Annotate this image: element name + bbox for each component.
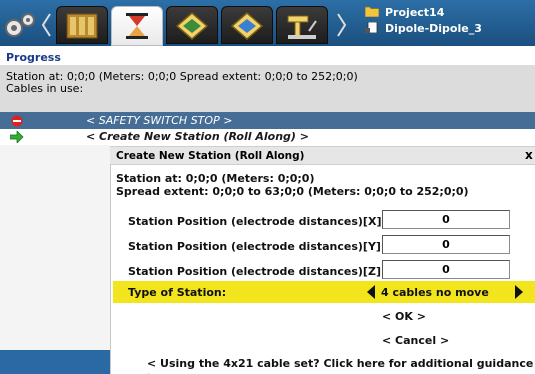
- arrow-right-green-icon: [9, 130, 24, 144]
- station-y-input[interactable]: 0: [382, 235, 510, 254]
- cables-status: Cables in use:: [6, 82, 84, 95]
- station-z-input[interactable]: 0: [382, 260, 510, 279]
- station-type-label: Type of Station:: [128, 286, 227, 299]
- file-icon: [365, 21, 379, 34]
- command-create-station[interactable]: < Create New Station (Roll Along) >: [86, 130, 309, 143]
- stop-icon: [10, 115, 24, 127]
- folder-icon: [364, 6, 380, 18]
- project-config: Dipole-Dipole_3: [365, 21, 482, 35]
- project-name-text: Project14: [385, 6, 445, 19]
- station-x-label: Station Position (electrode distances)[X…: [128, 215, 386, 228]
- gears-icon[interactable]: [2, 10, 38, 40]
- next-option-icon[interactable]: [515, 285, 523, 299]
- dialog-station-at: Station at: 0;0;0 (Meters: 0;0;0): [116, 172, 315, 185]
- station-y-label: Station Position (electrode distances)[Y…: [128, 240, 390, 253]
- tab-measure[interactable]: [221, 6, 273, 44]
- tab-progress[interactable]: [111, 6, 163, 46]
- hourglass-icon: [126, 13, 148, 39]
- tab-electrode[interactable]: [166, 6, 218, 44]
- top-toolbar: Project14 Dipole-Dipole_3: [0, 0, 535, 46]
- dialog-spread-extent: Spread extent: 0;0;0 to 63;0;0 (Meters: …: [116, 185, 469, 198]
- ruler-icon: [230, 12, 264, 40]
- command-safety-stop-label[interactable]: < SAFETY SWITCH STOP >: [86, 114, 232, 127]
- electrode-icon: [175, 12, 209, 40]
- cancel-button[interactable]: < Cancel >: [382, 334, 449, 347]
- left-bottom-bar: [0, 350, 110, 374]
- arrow-right-icon[interactable]: [336, 12, 348, 38]
- left-panel: [0, 145, 110, 374]
- station-type-value[interactable]: 4 cables no move: [381, 286, 489, 299]
- guidance-link[interactable]: < Using the 4x21 cable set? Click here f…: [147, 357, 535, 374]
- hammer-icon: [287, 15, 317, 39]
- board-icon: [66, 13, 98, 39]
- arrow-left-icon[interactable]: [40, 12, 52, 38]
- close-icon[interactable]: x: [525, 148, 533, 162]
- progress-heading: Progress: [6, 51, 61, 64]
- dialog-title: Create New Station (Roll Along): [116, 150, 305, 162]
- station-z-label: Station Position (electrode distances)[Z…: [128, 265, 390, 278]
- station-x-input[interactable]: 0: [382, 210, 510, 229]
- project-config-text: Dipole-Dipole_3: [385, 22, 482, 35]
- tab-board[interactable]: [56, 6, 108, 44]
- command-safety-stop[interactable]: [0, 112, 535, 129]
- ok-button[interactable]: < OK >: [382, 310, 426, 323]
- project-name: Project14: [364, 6, 445, 19]
- tab-tools[interactable]: [276, 6, 328, 44]
- previous-option-icon[interactable]: [367, 285, 375, 299]
